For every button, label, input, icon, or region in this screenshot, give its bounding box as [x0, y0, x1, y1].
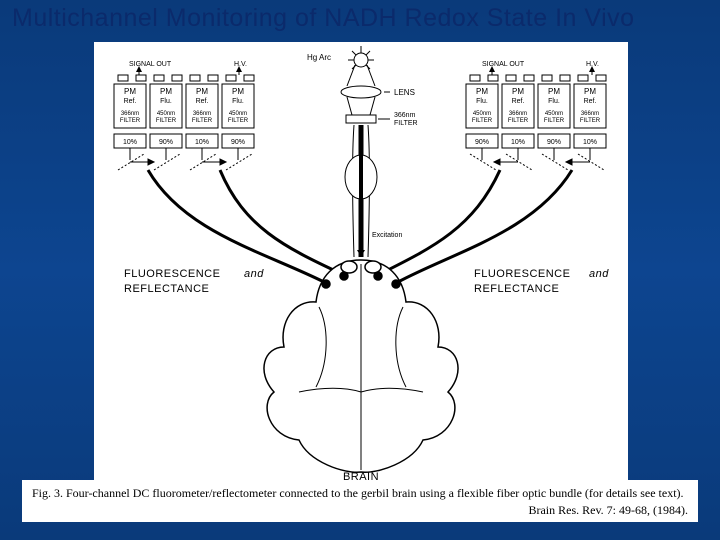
- svg-text:REFLECTANCE: REFLECTANCE: [124, 283, 209, 295]
- left-pm-bank: SIGNAL OUT H.V. PM Ref. 366nm FILTER PM: [114, 61, 342, 282]
- excitation-label: Excitation: [357, 232, 402, 257]
- svg-text:PM: PM: [584, 87, 596, 96]
- hv-right: H.V.: [586, 61, 599, 68]
- svg-text:450nm: 450nm: [473, 111, 491, 117]
- svg-text:90%: 90%: [547, 139, 561, 146]
- hv-left: H.V.: [234, 61, 247, 68]
- filter-366-label-line1: 366nm: [394, 112, 416, 119]
- svg-text:PM: PM: [196, 87, 208, 96]
- signal-out-right: SIGNAL OUT: [482, 61, 525, 68]
- svg-text:and: and: [244, 268, 264, 280]
- slide-title: Multichannel Monitoring of NADH Redox St…: [12, 4, 635, 33]
- svg-text:Flu.: Flu.: [160, 98, 172, 105]
- svg-text:REFLECTANCE: REFLECTANCE: [474, 283, 559, 295]
- svg-text:Excitation: Excitation: [372, 232, 402, 239]
- svg-text:FILTER: FILTER: [120, 118, 141, 124]
- svg-text:FILTER: FILTER: [580, 118, 601, 124]
- svg-text:450nm: 450nm: [157, 111, 175, 117]
- lens: LENS: [341, 86, 415, 115]
- svg-text:and: and: [589, 268, 609, 280]
- filter-366-label-line2: FILTER: [394, 120, 418, 127]
- svg-text:366nm: 366nm: [193, 111, 211, 117]
- svg-text:450nm: 450nm: [229, 111, 247, 117]
- svg-text:366nm: 366nm: [581, 111, 599, 117]
- svg-text:Ref.: Ref.: [512, 98, 525, 105]
- brain-outline: [264, 260, 458, 472]
- svg-text:Flu.: Flu.: [232, 98, 244, 105]
- svg-text:PM: PM: [232, 87, 244, 96]
- svg-text:PM: PM: [548, 87, 560, 96]
- svg-text:FILTER: FILTER: [228, 118, 249, 124]
- svg-text:450nm: 450nm: [545, 111, 563, 117]
- fr-label-left: FLUORESCENCE and REFLECTANCE: [124, 268, 264, 295]
- svg-text:Flu.: Flu.: [548, 98, 560, 105]
- svg-text:PM: PM: [160, 87, 172, 96]
- svg-text:FILTER: FILTER: [508, 118, 529, 124]
- svg-text:90%: 90%: [475, 139, 489, 146]
- lens-label: LENS: [394, 88, 415, 97]
- svg-text:FLUORESCENCE: FLUORESCENCE: [124, 268, 220, 280]
- figure-caption: Fig. 3. Four-channel DC fluorometer/refl…: [22, 480, 698, 522]
- svg-text:Ref.: Ref.: [584, 98, 597, 105]
- svg-text:Ref.: Ref.: [196, 98, 209, 105]
- svg-text:FILTER: FILTER: [192, 118, 213, 124]
- svg-text:Flu.: Flu.: [476, 98, 488, 105]
- fr-label-right: FLUORESCENCE and REFLECTANCE: [474, 268, 609, 295]
- svg-text:10%: 10%: [511, 139, 525, 146]
- signal-out-left: SIGNAL OUT: [129, 61, 172, 68]
- svg-text:10%: 10%: [123, 139, 137, 146]
- svg-text:366nm: 366nm: [509, 111, 527, 117]
- svg-text:90%: 90%: [231, 139, 245, 146]
- diagram-svg: Hg Arc LENS: [94, 42, 628, 482]
- svg-text:FILTER: FILTER: [544, 118, 565, 124]
- svg-text:PM: PM: [476, 87, 488, 96]
- svg-text:90%: 90%: [159, 139, 173, 146]
- svg-text:PM: PM: [512, 87, 524, 96]
- svg-text:366nm: 366nm: [121, 111, 139, 117]
- svg-text:10%: 10%: [195, 139, 209, 146]
- svg-text:10%: 10%: [583, 139, 597, 146]
- caption-text: Fig. 3. Four-channel DC fluorometer/refl…: [32, 486, 688, 501]
- svg-text:Ref.: Ref.: [124, 98, 137, 105]
- svg-text:FLUORESCENCE: FLUORESCENCE: [474, 268, 570, 280]
- figure-panel: Hg Arc LENS: [94, 42, 628, 482]
- excitation-filter: 366nm FILTER: [346, 112, 418, 127]
- hg-arc-label: Hg Arc: [307, 53, 331, 62]
- caption-citation: Brain Res. Rev. 7: 49-68, (1984).: [32, 503, 688, 518]
- svg-text:FILTER: FILTER: [472, 118, 493, 124]
- svg-text:PM: PM: [124, 87, 136, 96]
- svg-text:FILTER: FILTER: [156, 118, 177, 124]
- light-source: Hg Arc: [307, 46, 375, 86]
